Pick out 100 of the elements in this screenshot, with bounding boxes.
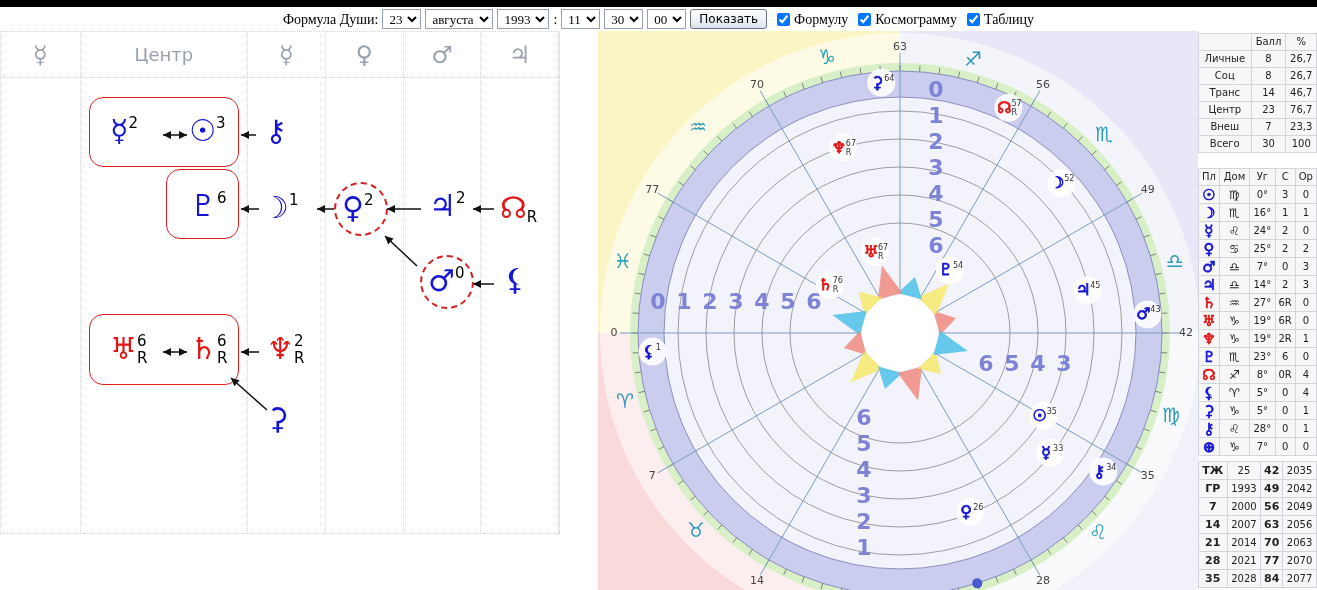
month-select[interactable]: августа xyxy=(425,9,494,29)
show-button[interactable]: Показать xyxy=(690,9,768,29)
zodiac-sign: ♎ xyxy=(1166,248,1184,273)
age-label: 56 xyxy=(1036,78,1050,92)
retrograde-mark: R xyxy=(293,350,305,367)
table-header: Уг xyxy=(1249,168,1276,186)
table-cell: 42 xyxy=(1260,461,1283,480)
table-cell: 23° xyxy=(1249,347,1276,366)
table-cell: 27° xyxy=(1249,293,1276,312)
zodiac-sign: ♑ xyxy=(818,44,836,69)
table-cell: 7 xyxy=(1198,497,1227,516)
table-cell: 0 xyxy=(1275,383,1296,402)
scale-number: 5 xyxy=(1004,351,1020,376)
planet-symbol: ♇ xyxy=(1198,347,1220,366)
year-select[interactable]: 1993 xyxy=(497,9,550,29)
planet-marker xyxy=(867,68,896,97)
checkbox[interactable] xyxy=(858,12,872,26)
table-cell: 0 xyxy=(1295,221,1317,240)
table-cell: 14° xyxy=(1249,275,1276,294)
scale-number: 5 xyxy=(928,207,944,232)
table-cell: 6 xyxy=(1275,347,1296,366)
retrograde-mark: R xyxy=(845,147,852,157)
zodiac-sign: ♈ xyxy=(616,388,634,413)
zodiac-sign: ♒ xyxy=(689,114,707,139)
checkbox[interactable] xyxy=(777,12,791,26)
table-cell: 23,3 xyxy=(1285,118,1317,136)
table-cell: 0 xyxy=(1275,419,1296,438)
table-cell: ♌ xyxy=(1219,419,1250,438)
table-cell: 4 xyxy=(1295,365,1317,384)
planet-symbol: ☉ xyxy=(1198,185,1220,204)
arrow xyxy=(230,377,268,411)
table-cell: 46,7 xyxy=(1285,84,1317,102)
planet-symbol: ☉ xyxy=(189,113,216,149)
table-cell: 3 xyxy=(1275,185,1296,204)
planet-age: 67 xyxy=(877,242,889,252)
zodiac-sign: ♓ xyxy=(614,248,632,273)
checkbox-label: Формулу xyxy=(794,10,849,29)
age-label: 49 xyxy=(1140,183,1155,196)
planet-score: 1 xyxy=(288,192,299,209)
scale-number: 1 xyxy=(676,289,692,314)
planet-score: 2 xyxy=(455,190,466,207)
table-cell: 77 xyxy=(1260,551,1283,570)
scale-number: 4 xyxy=(928,181,944,206)
table-cell: 28° xyxy=(1249,419,1276,438)
arrow xyxy=(240,205,260,213)
planet-marker xyxy=(1089,457,1118,486)
table-cell: 0 xyxy=(1295,311,1317,330)
planet-age: 76 xyxy=(832,276,843,286)
retrograde-mark: R xyxy=(526,209,538,226)
table-cell: 2056 xyxy=(1282,515,1317,534)
retrograde-mark: R xyxy=(1011,107,1018,117)
scale-number: 4 xyxy=(856,457,872,482)
scale-number: 1 xyxy=(928,103,944,128)
planet-symbol: ♀ xyxy=(342,190,364,226)
minute-select[interactable]: 30 xyxy=(604,9,644,29)
table-cell: 70 xyxy=(1260,533,1283,552)
table-cell: 49 xyxy=(1260,479,1283,498)
double-arrow xyxy=(162,131,188,139)
planet-symbol: ⚸ xyxy=(504,262,526,298)
table-cell: 0° xyxy=(1249,185,1276,204)
hour-select[interactable]: 11 xyxy=(561,9,601,29)
planet-symbol: ⚳ xyxy=(871,72,884,92)
planet-marker xyxy=(994,93,1023,122)
scale-number: 4 xyxy=(754,289,770,314)
marker-dot xyxy=(972,578,983,589)
scale-number: 0 xyxy=(928,77,944,102)
planet-marker xyxy=(956,497,985,526)
planet-symbol: ⚸ xyxy=(1198,383,1220,402)
table-cell: 1 xyxy=(1295,401,1317,420)
planet-symbol: ♅ xyxy=(1198,311,1220,330)
planet-symbol: ☿ xyxy=(1198,221,1220,240)
day-select[interactable]: 23 xyxy=(382,9,422,29)
table-cell: ♑ xyxy=(1219,437,1250,456)
column-header: ♂ xyxy=(431,39,453,71)
table-header: Пл xyxy=(1198,168,1220,186)
table-cell: 14 xyxy=(1198,515,1227,534)
planet-age: 34 xyxy=(1106,462,1117,472)
double-arrow xyxy=(162,348,188,356)
table-cell: ♏ xyxy=(1219,203,1250,222)
planet-symbol: ♂ xyxy=(428,263,455,299)
table-cell: 2077 xyxy=(1282,569,1317,588)
planet-score: 6 xyxy=(216,190,227,207)
scale-number: 6 xyxy=(856,405,872,430)
planet-age: 52 xyxy=(1064,174,1075,184)
zodiac-sign: ♐ xyxy=(964,46,982,71)
table-cell: 4 xyxy=(1295,383,1317,402)
planet-symbol: ☿ xyxy=(1041,442,1052,462)
scale-number: 3 xyxy=(728,289,744,314)
table-cell: 3 xyxy=(1295,275,1317,294)
table-cell: 30 xyxy=(1251,135,1286,153)
planet-score: 2 xyxy=(364,192,374,209)
table-cell: 14 xyxy=(1251,84,1286,102)
planet-age: 26 xyxy=(973,502,984,512)
second-select[interactable]: 00 xyxy=(647,9,687,29)
checkbox[interactable] xyxy=(966,12,980,26)
scale-number: 5 xyxy=(780,289,796,314)
planet-symbol: ♅ xyxy=(863,241,879,261)
table-cell: 21 xyxy=(1198,533,1227,552)
planet-symbol: ☽ xyxy=(1050,173,1065,193)
table-cell: 0 xyxy=(1275,437,1296,456)
